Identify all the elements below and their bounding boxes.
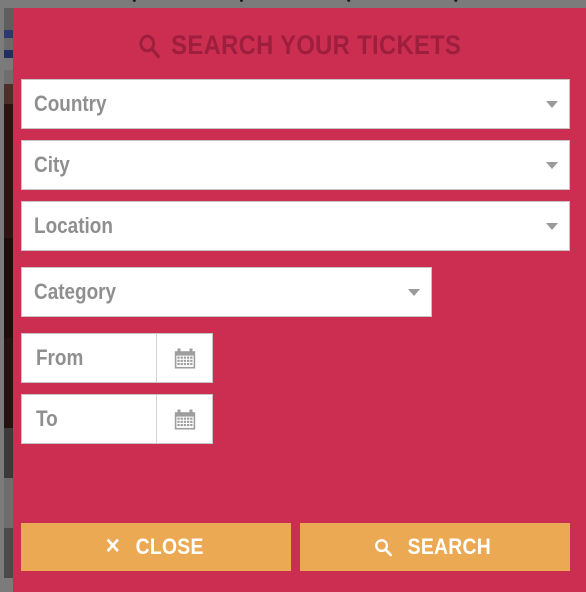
search-button-label: SEARCH (407, 534, 491, 559)
to-date-label: To (36, 406, 58, 431)
from-date-field[interactable]: From (21, 333, 213, 383)
calendar-icon[interactable] (156, 395, 212, 443)
chevron-down-icon (408, 289, 420, 296)
category-field-group: Category (21, 267, 578, 317)
country-select[interactable]: Country (21, 79, 570, 129)
category-select-label: Category (34, 279, 117, 304)
background-text-fragment: · · · · (130, 0, 586, 15)
calendar-icon[interactable] (156, 334, 212, 382)
to-date-input[interactable]: To (22, 395, 156, 443)
background-left-strip (4, 8, 13, 578)
from-date-label: From (36, 345, 84, 370)
chevron-down-icon (546, 223, 558, 230)
to-date-field[interactable]: To (21, 394, 213, 444)
search-icon (374, 538, 393, 557)
chevron-down-icon (546, 162, 558, 169)
close-button[interactable]: ✕ CLOSE (21, 523, 291, 571)
page-title: SEARCH YOUR TICKETS (47, 8, 551, 61)
date-range-group: From To (21, 333, 578, 444)
search-form: Country City Location Category From To (13, 61, 586, 444)
from-date-input[interactable]: From (22, 334, 156, 382)
country-select-label: Country (34, 91, 107, 116)
close-button-label: CLOSE (135, 534, 204, 559)
search-tickets-modal: SEARCH YOUR TICKETS Country City Locatio… (13, 8, 586, 592)
city-select-label: City (34, 152, 70, 177)
chevron-down-icon (546, 101, 558, 108)
search-icon (138, 33, 161, 59)
modal-footer: ✕ CLOSE SEARCH (21, 523, 570, 571)
search-button[interactable]: SEARCH (300, 523, 570, 571)
city-select[interactable]: City (21, 140, 570, 190)
page-title-text: SEARCH YOUR TICKETS (171, 30, 462, 60)
location-select[interactable]: Location (21, 201, 570, 251)
category-select[interactable]: Category (21, 267, 432, 317)
location-select-label: Location (34, 213, 113, 238)
